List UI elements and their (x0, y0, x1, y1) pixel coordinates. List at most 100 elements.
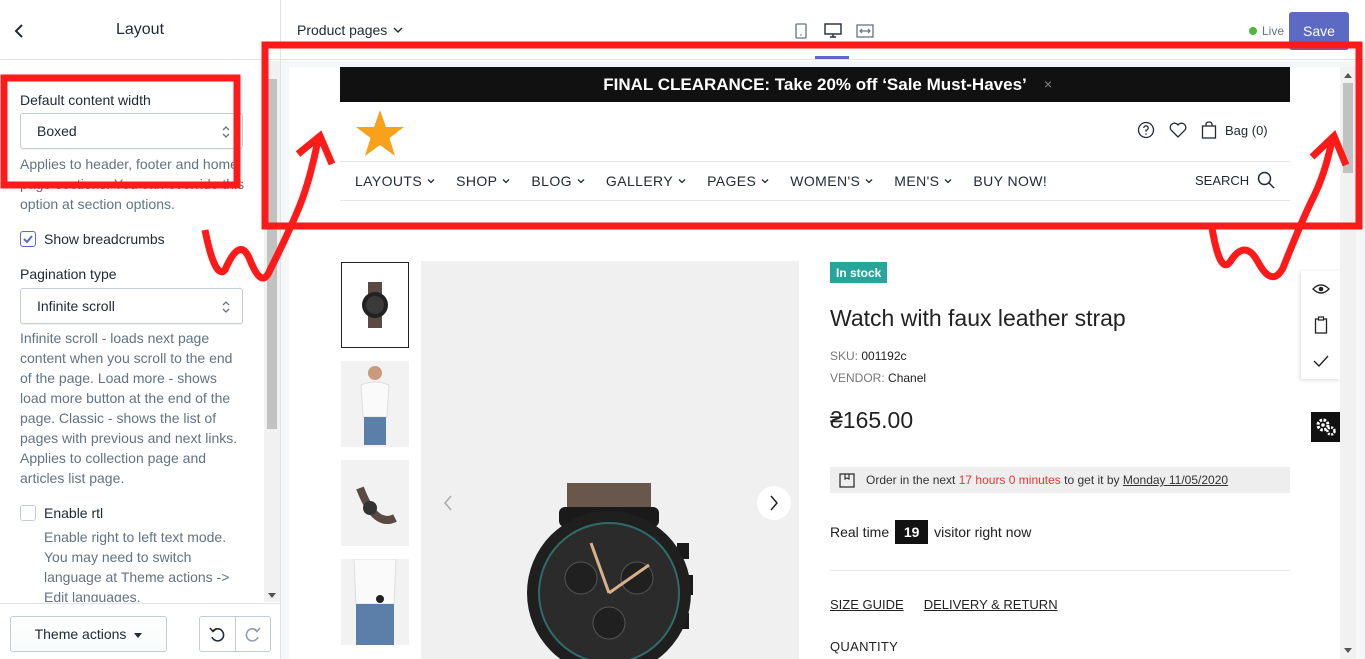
chevron-down-icon (865, 179, 873, 184)
bag-link[interactable]: Bag (0) (1201, 121, 1268, 139)
redo-button[interactable] (234, 617, 270, 651)
breadcrumbs-label[interactable]: Show breadcrumbs (44, 231, 165, 247)
nav-item-pages[interactable]: PAGES (707, 173, 769, 189)
preview-frame: FINAL CLEARANCE: Take 20% off ‘Sale Must… (289, 67, 1340, 659)
theme-actions-label: Theme actions (34, 626, 127, 642)
pagination-value: Infinite scroll (37, 298, 115, 314)
fullwidth-view-button[interactable] (855, 22, 875, 40)
countdown-time: 17 hours 0 minutes (958, 473, 1061, 487)
thumbnail-model-wrist[interactable] (341, 559, 409, 645)
nav-item-buy-now[interactable]: BUY NOW! (973, 173, 1047, 189)
history-buttons (199, 616, 271, 652)
nav-label: PAGES (707, 173, 757, 189)
vendor-value: Chanel (888, 371, 927, 385)
eye-icon (1312, 284, 1330, 294)
quick-view-button[interactable] (1301, 271, 1340, 307)
quantity-label: QUANTITY (830, 639, 899, 654)
prev-image-button[interactable] (431, 486, 465, 520)
clipboard-icon (1314, 316, 1328, 334)
chevron-down-icon (502, 179, 510, 184)
nav-item-womens[interactable]: WOMEN'S (790, 173, 873, 189)
check-button[interactable] (1301, 343, 1340, 379)
clipboard-button[interactable] (1301, 307, 1340, 343)
realtime-prefix: Real time (830, 524, 890, 540)
heart-icon[interactable] (1169, 122, 1187, 138)
scroll-down-icon[interactable] (1344, 648, 1352, 653)
select-arrows-icon (222, 126, 230, 138)
search-label: SEARCH (1195, 172, 1250, 188)
page-selector-label: Product pages (297, 22, 388, 38)
save-button[interactable]: Save (1289, 12, 1349, 50)
desktop-icon (824, 23, 842, 38)
product-main-image[interactable] (421, 261, 799, 659)
help-icon[interactable] (1137, 121, 1155, 139)
sidebar-scrollbar[interactable] (264, 61, 280, 602)
nav-label: BLOG (531, 173, 572, 189)
mobile-view-button[interactable] (791, 22, 811, 40)
thumbnail-watch[interactable] (341, 262, 409, 348)
store-logo-star-icon[interactable] (354, 109, 406, 159)
editor-topbar: Product pages Live Save (281, 0, 1365, 60)
caret-down-icon (134, 633, 143, 638)
chevron-down-icon (678, 179, 686, 184)
product-title: Watch with faux leather strap (830, 305, 1126, 331)
back-icon[interactable] (10, 20, 30, 42)
product-vendor: VENDOR: Chanel (830, 371, 926, 385)
header-icons: Bag (0) (1137, 121, 1268, 139)
scroll-down-icon[interactable] (268, 593, 276, 598)
nav-item-shop[interactable]: SHOP (456, 173, 510, 189)
desktop-view-button[interactable] (823, 22, 843, 40)
watch-image-icon (527, 483, 693, 659)
scrollbar-thumb[interactable] (1343, 83, 1353, 173)
model-photo-icon (353, 559, 397, 645)
settings-button[interactable] (1311, 412, 1340, 442)
theme-actions-button[interactable]: Theme actions (10, 616, 167, 652)
nav-label: SHOP (456, 173, 498, 189)
undo-button[interactable] (200, 617, 235, 651)
page-selector[interactable]: Product pages (297, 22, 403, 38)
nav-label: MEN'S (894, 173, 940, 189)
active-device-indicator (815, 56, 849, 59)
nav-item-mens[interactable]: MEN'S (894, 173, 952, 189)
chevron-down-icon (393, 27, 403, 33)
content-width-select[interactable]: Boxed (20, 113, 243, 149)
gears-icon (1316, 418, 1336, 436)
bag-label: Bag (0) (1225, 122, 1268, 138)
main-nav: LAYOUTS SHOP BLOG GALLERY PAGES WOMEN'S … (355, 173, 1047, 189)
next-image-button[interactable] (757, 486, 791, 520)
info-divider (830, 570, 1290, 571)
check-icon (23, 235, 33, 244)
content-width-value: Boxed (37, 123, 77, 139)
rtl-checkbox[interactable] (20, 505, 36, 521)
sku-label: SKU: (830, 349, 859, 363)
nav-item-blog[interactable]: BLOG (531, 173, 585, 189)
thumbnail-model-front[interactable] (341, 361, 409, 447)
sidebar: Layout Default content width Boxed Appli… (0, 0, 281, 659)
chevron-down-icon (944, 179, 952, 184)
chevron-left-icon (444, 495, 452, 511)
floating-toolbar (1301, 271, 1340, 379)
sidebar-footer: Theme actions (0, 603, 280, 659)
rtl-label[interactable]: Enable rtl (44, 505, 103, 521)
header-divider (340, 161, 1290, 162)
chevron-down-icon (761, 179, 769, 184)
watch-thumb-icon (362, 282, 388, 328)
close-announcement-icon[interactable]: × (1044, 76, 1052, 92)
product-price: ₴165.00 (830, 407, 914, 433)
scrollbar-thumb[interactable] (267, 79, 277, 429)
size-guide-link[interactable]: SIZE GUIDE (830, 597, 904, 612)
scroll-up-icon[interactable] (1344, 73, 1352, 78)
search-link[interactable]: SEARCH (1195, 171, 1275, 189)
preview-scrollbar[interactable] (1340, 67, 1356, 659)
rtl-help: Enable right to left text mode. You may … (44, 529, 230, 602)
breadcrumbs-checkbox[interactable] (20, 231, 36, 247)
visitor-count: 19 (895, 520, 929, 544)
thumbnail-strap[interactable] (341, 460, 409, 546)
nav-item-layouts[interactable]: LAYOUTS (355, 173, 435, 189)
pagination-select[interactable]: Infinite scroll (20, 288, 243, 324)
countdown-mid: to get it by (1064, 473, 1120, 487)
sidebar-title: Layout (115, 20, 165, 38)
delivery-return-link[interactable]: DELIVERY & RETURN (924, 597, 1058, 612)
announcement-text: FINAL CLEARANCE: Take 20% off ‘Sale Must… (603, 74, 1027, 94)
nav-item-gallery[interactable]: GALLERY (606, 173, 686, 189)
